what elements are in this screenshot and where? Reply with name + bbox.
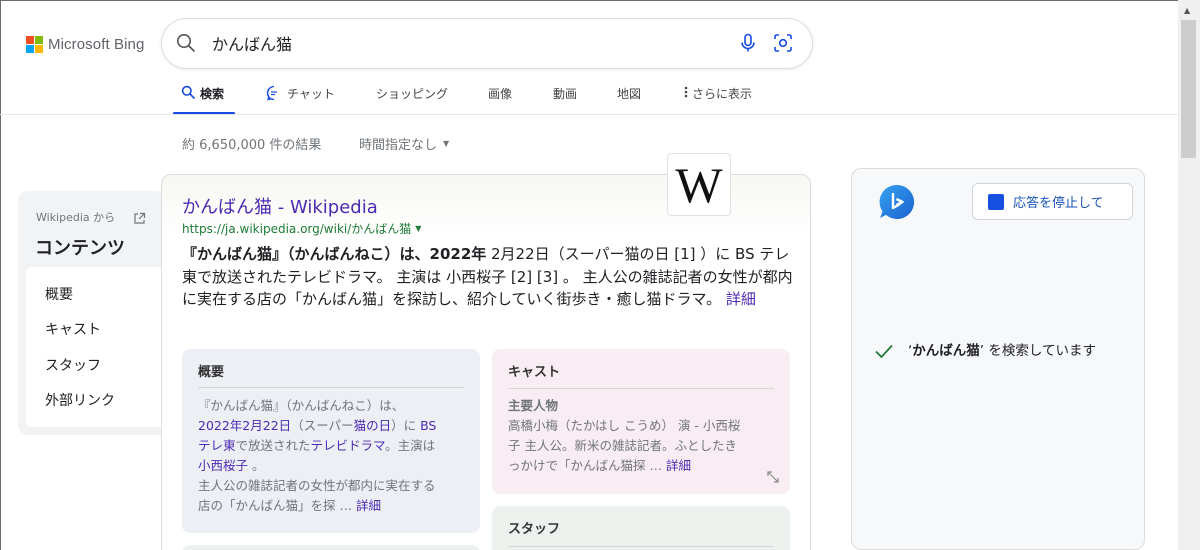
result-url-text: https://ja.wikipedia.org/wiki/かんばん猫 xyxy=(182,222,412,236)
contents-item-cast[interactable]: キャスト xyxy=(45,319,101,339)
tab-videos[interactable]: 動画 xyxy=(553,80,577,114)
bs-link[interactable]: BS xyxy=(420,418,436,433)
cast-card-body: 主要人物 高橋小梅（たかはし こうめ） 演 - 小西桜 子 主人公。新米の雑誌記… xyxy=(508,396,778,476)
overview-line: 主人公の雑誌記者の女性が都内に実在する xyxy=(198,478,436,493)
microphone-icon[interactable] xyxy=(739,33,757,57)
contents-item-external-links[interactable]: 外部リンク xyxy=(45,390,115,410)
tv-tokyo-link[interactable]: テレ東 xyxy=(198,438,236,453)
logo-text: Microsoft Bing xyxy=(48,35,145,53)
snippet-more-link[interactable]: 詳細 xyxy=(726,290,756,308)
result-count: 約 6,650,000 件の結果 xyxy=(182,138,322,153)
staff-card-title: スタッフ xyxy=(508,522,561,537)
time-filter-label: 時間指定なし xyxy=(359,138,438,153)
search-box[interactable] xyxy=(162,19,812,68)
overview-line: 『かんばん猫』（かんばんねこ）は、 xyxy=(198,398,405,413)
wikipedia-logo[interactable]: W xyxy=(667,153,731,216)
actress-link[interactable]: 小西桜子 xyxy=(198,458,248,473)
cast-card: キャスト 主要人物 高橋小梅（たかはし こうめ） 演 - 小西桜 子 主人公。新… xyxy=(492,349,790,494)
cast-text: っかけで「かんばん猫探 … xyxy=(508,458,666,473)
tab-label: 地図 xyxy=(617,87,642,101)
contents-title: コンテンツ xyxy=(35,238,125,259)
stop-button-label: 応答を停止して xyxy=(1013,196,1104,211)
cast-more-link[interactable]: 詳細 xyxy=(666,458,691,473)
cast-subtitle: 主要人物 xyxy=(508,398,559,413)
search-icon[interactable] xyxy=(176,33,196,57)
overview-card-body: 『かんばん猫』（かんばんねこ）は、 2022年2月22日（スーパー猫の日）に B… xyxy=(198,396,478,516)
result-title-link[interactable]: かんばん猫 - Wikipedia xyxy=(182,193,378,219)
microsoft-logo-icon xyxy=(26,35,43,53)
header-divider xyxy=(0,114,1178,115)
checkmark-icon xyxy=(874,343,894,363)
search-icon xyxy=(181,85,195,99)
tab-label: 検索 xyxy=(200,87,225,101)
result-url[interactable]: https://ja.wikipedia.org/wiki/かんばん猫 ▼ xyxy=(182,220,421,237)
overview-line: 店の「かんばん猫」を探 … 詳細 xyxy=(198,496,478,516)
chevron-down-icon: ▼ xyxy=(443,139,450,148)
tab-shopping[interactable]: ショッピング xyxy=(376,80,448,114)
chevron-down-icon[interactable]: ▼ xyxy=(415,224,421,233)
stop-icon xyxy=(988,193,1004,210)
overview-card: 概要 『かんばん猫』（かんばんねこ）は、 2022年2月22日（スーパー猫の日）… xyxy=(182,349,480,533)
chat-icon xyxy=(266,85,277,101)
more-card xyxy=(182,545,480,550)
status-query: かんばん猫 xyxy=(912,343,980,359)
tab-label: さらに表示 xyxy=(692,87,753,101)
search-status-text: ‘かんばん猫’ を検索しています xyxy=(908,341,1118,363)
overview-text: 。主演は xyxy=(385,438,436,453)
copilot-icon xyxy=(878,183,916,225)
scrollbar-thumb[interactable] xyxy=(1181,20,1196,158)
time-filter-dropdown[interactable]: 時間指定なし ▼ xyxy=(359,134,449,153)
expand-icon[interactable] xyxy=(766,469,780,488)
cat-day-link[interactable]: 猫の日 xyxy=(354,418,392,433)
status-suffix: ’ を検索しています xyxy=(979,343,1096,359)
date-link[interactable]: 2022年2月22日 xyxy=(198,418,291,433)
overview-text: 。 xyxy=(248,458,265,473)
tab-label: 動画 xyxy=(553,87,578,101)
search-input[interactable] xyxy=(212,31,712,55)
scroll-up-arrow-icon[interactable]: ▲ xyxy=(1184,6,1190,15)
tab-images[interactable]: 画像 xyxy=(488,80,512,114)
tab-label: ショッピング xyxy=(376,87,449,101)
overview-more-link[interactable]: 詳細 xyxy=(356,498,381,513)
tab-maps[interactable]: 地図 xyxy=(617,80,641,114)
cast-line: っかけで「かんばん猫探 … 詳細 xyxy=(508,456,778,476)
tv-drama-link[interactable]: テレビドラマ xyxy=(311,438,386,453)
overview-text: （スーパー xyxy=(291,418,354,433)
contents-source: Wikipedia から xyxy=(36,211,116,224)
card-divider xyxy=(198,387,464,388)
card-divider xyxy=(508,546,774,547)
cast-card-title: キャスト xyxy=(508,365,561,380)
overview-card-title: 概要 xyxy=(198,365,225,380)
stop-response-button[interactable]: 応答を停止して xyxy=(972,183,1133,220)
contents-item-overview[interactable]: 概要 xyxy=(45,284,73,304)
staff-card: スタッフ xyxy=(492,506,790,550)
result-snippet: 『かんばん猫』（かんばんねこ）は、2022年 2月22日（スーパー猫の日 [1]… xyxy=(182,243,794,311)
cast-line: 高橋小梅（たかはし こうめ） 演 - 小西桜 xyxy=(508,418,741,433)
tab-label: 画像 xyxy=(488,87,513,101)
more-vertical-icon xyxy=(684,86,688,98)
tab-search[interactable]: 検索 xyxy=(173,80,235,115)
page-scrollbar[interactable]: ▲ xyxy=(1178,0,1200,550)
contents-list: 概要 キャスト スタッフ 外部リンク xyxy=(26,267,168,427)
bing-logo[interactable]: Microsoft Bing xyxy=(26,35,144,53)
visual-search-icon[interactable] xyxy=(773,33,793,57)
overview-line: 小西桜子 。 xyxy=(198,456,478,476)
overview-text: で放送された xyxy=(235,438,311,453)
contents-item-staff[interactable]: スタッフ xyxy=(45,355,101,375)
external-link-icon[interactable] xyxy=(133,210,146,229)
overview-line: 2022年2月22日（スーパー猫の日）に BS xyxy=(198,416,478,436)
search-status: ‘かんばん猫’ を検索しています xyxy=(874,341,1118,363)
copilot-panel: 応答を停止して ‘かんばん猫’ を検索しています xyxy=(851,168,1145,550)
contents-panel: Wikipedia から コンテンツ 概要 キャスト スタッフ 外部リンク xyxy=(18,191,168,435)
tab-more[interactable]: さらに表示 xyxy=(683,80,752,114)
cast-line: 子 主人公。新米の雑誌記者。ふとしたき xyxy=(508,438,737,453)
tab-label: チャット xyxy=(287,87,335,101)
overview-line: テレ東で放送されたテレビドラマ。主演は xyxy=(198,436,478,456)
snippet-bold: 『かんばん猫』（かんばんねこ）は、2022年 xyxy=(182,245,487,263)
overview-text: 店の「かんばん猫」を探 … xyxy=(198,498,356,513)
overview-text: ）に xyxy=(391,418,421,433)
card-divider xyxy=(508,388,774,389)
tab-chat[interactable]: チャット xyxy=(266,80,335,114)
